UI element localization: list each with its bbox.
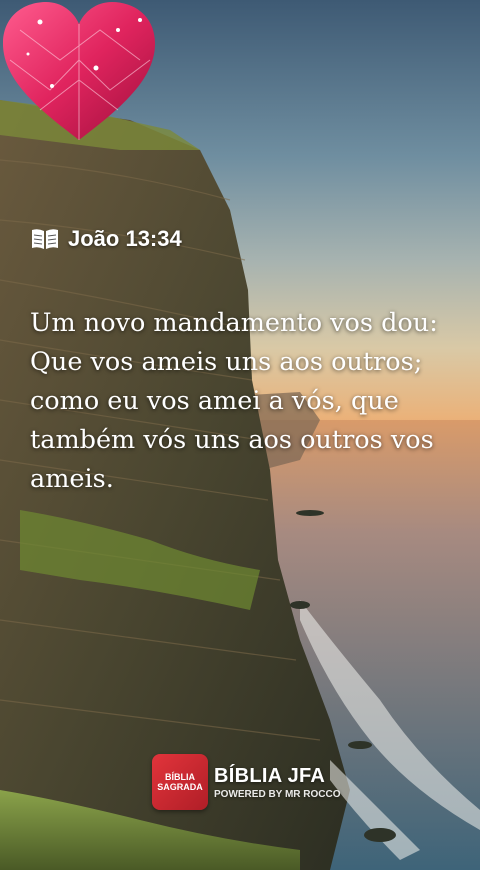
verse-reference: João 13:34: [30, 226, 182, 252]
logo-name: BÍBLIA JFA: [214, 764, 326, 787]
logo-subtitle: POWERED BY MR ROCCO: [214, 788, 341, 800]
logo-badge: BÍBLIA SAGRADA: [152, 754, 208, 810]
app-logo: BÍBLIA SAGRADA BÍBLIA JFA POWERED BY MR …: [152, 754, 341, 810]
logo-brand: BÍBLIA JFA POWERED BY MR ROCCO: [214, 765, 341, 800]
verse-text: Um novo mandamento vos dou: Que vos amei…: [30, 308, 438, 494]
logo-badge-text: BÍBLIA SAGRADA: [157, 772, 203, 792]
verse-reference-label: João 13:34: [68, 226, 182, 251]
heart-gem-icon: [2, 2, 156, 140]
open-book-icon: [32, 229, 58, 249]
